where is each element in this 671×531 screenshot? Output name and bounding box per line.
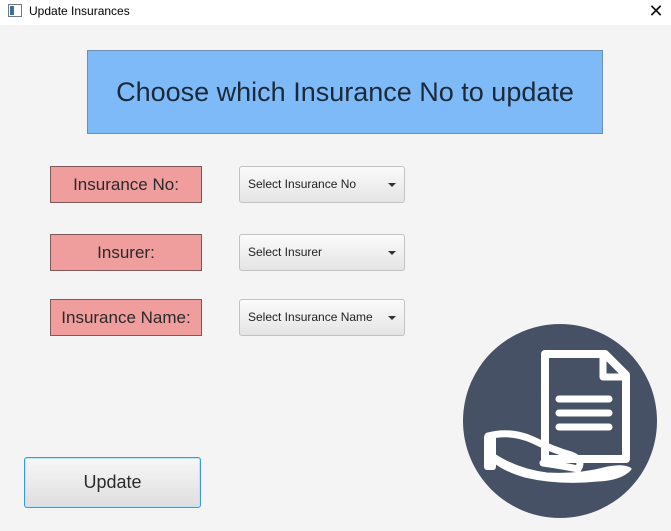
chevron-down-icon <box>388 251 396 255</box>
instruction-banner: Choose which Insurance No to update <box>87 50 603 134</box>
chevron-down-icon <box>388 183 396 187</box>
app-window-icon <box>8 4 22 17</box>
insurance-no-label: Insurance No: <box>50 166 202 203</box>
close-icon[interactable]: ✕ <box>644 0 668 24</box>
insurance-name-label: Insurance Name: <box>50 299 202 336</box>
insurer-dropdown-placeholder: Select Insurer <box>248 245 323 259</box>
hand-holding-document-icon <box>463 324 657 518</box>
insurer-label: Insurer: <box>50 234 202 271</box>
insurance-name-dropdown-placeholder: Select Insurance Name <box>248 310 373 324</box>
window-title: Update Insurances <box>29 4 130 18</box>
insurance-no-dropdown[interactable]: Select Insurance No <box>239 166 405 203</box>
insurance-no-dropdown-placeholder: Select Insurance No <box>248 177 357 191</box>
title-bar: Update Insurances ✕ <box>0 0 671 25</box>
chevron-down-icon <box>388 316 396 320</box>
insurer-dropdown[interactable]: Select Insurer <box>239 234 405 271</box>
update-insurances-window: Update Insurances ✕ Choose which Insuran… <box>0 0 671 531</box>
update-button[interactable]: Update <box>24 457 201 508</box>
insurance-name-dropdown[interactable]: Select Insurance Name <box>239 299 405 336</box>
